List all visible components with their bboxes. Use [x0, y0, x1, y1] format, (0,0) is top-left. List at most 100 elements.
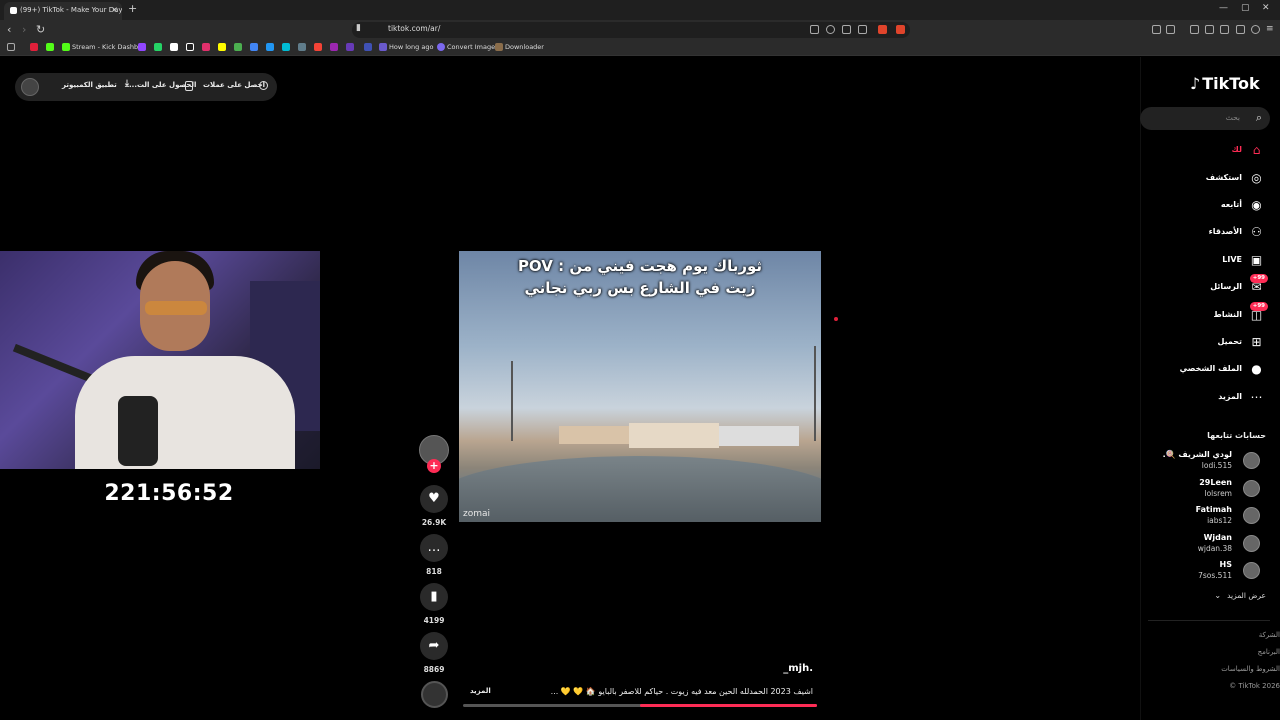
- how-long-ago-icon[interactable]: [379, 43, 387, 51]
- get-coins-link[interactable]: احصل على عملات: [203, 81, 265, 89]
- street-light: [814, 346, 816, 441]
- avatar: [1243, 452, 1260, 469]
- sidebar-item-upload[interactable]: تحميل ⊞: [1140, 332, 1270, 354]
- extension-icon[interactable]: [1152, 25, 1161, 34]
- coin-icon: [259, 81, 268, 90]
- bookmark-favicon-icon[interactable]: [282, 43, 290, 51]
- whatsapp-icon[interactable]: [154, 43, 162, 51]
- instagram-icon[interactable]: [202, 43, 210, 51]
- following-account[interactable]: لودي الشريف 🍭. lodi.515: [1140, 449, 1270, 473]
- sidebar-item-messages[interactable]: الرسائل ✉ +99: [1140, 274, 1270, 299]
- avatar[interactable]: [21, 78, 39, 96]
- zoom-icon[interactable]: [826, 25, 835, 34]
- tiktok-logo[interactable]: ♪ TikTok: [1190, 74, 1260, 93]
- following-account[interactable]: Wjdan wjdan.38: [1140, 532, 1270, 556]
- following-account[interactable]: 29Leen lolsrem: [1140, 477, 1270, 501]
- account-name: Wjdan: [1203, 533, 1232, 542]
- twitch-icon[interactable]: [138, 43, 146, 51]
- back-icon[interactable]: ‹: [7, 23, 11, 36]
- minimize-button[interactable]: —: [1219, 3, 1228, 13]
- brave-shield-icon[interactable]: [878, 25, 887, 34]
- sidebar-item-label: النشاط: [1213, 310, 1242, 319]
- sidebar-item-friends[interactable]: الأصدقاء ⚇: [1140, 222, 1270, 244]
- music-disc[interactable]: [421, 681, 448, 708]
- avatar: [1243, 535, 1260, 552]
- bookmark-icon[interactable]: ▮: [420, 583, 448, 611]
- snapchat-icon[interactable]: [218, 43, 226, 51]
- bookmark-favicon-icon[interactable]: [266, 43, 274, 51]
- pc-app-link[interactable]: تطبيق الكمبيوتر: [62, 81, 117, 89]
- like-icon[interactable]: ♥: [420, 485, 448, 513]
- bookmark-icon[interactable]: ▮: [356, 23, 361, 33]
- bookmark-how-long-ago[interactable]: How long ago: [389, 43, 433, 51]
- forward-icon[interactable]: ›: [22, 23, 26, 36]
- bookmark-favicon-icon[interactable]: [250, 43, 258, 51]
- sidebar-item-profile[interactable]: الملف الشخصي ●: [1140, 359, 1270, 381]
- avatar: [1243, 562, 1260, 579]
- extension-icon[interactable]: [1166, 25, 1175, 34]
- sidebar-item-following[interactable]: أتابعه ◉: [1140, 195, 1270, 217]
- convert-image-icon[interactable]: [437, 43, 445, 51]
- downloader-icon[interactable]: [495, 43, 503, 51]
- more-button[interactable]: المزيد: [470, 687, 491, 695]
- brave-rewards-icon[interactable]: [896, 25, 905, 34]
- following-account[interactable]: HS 7sos.511: [1140, 559, 1270, 583]
- cast-icon[interactable]: [842, 25, 851, 34]
- sidebar-item-activity[interactable]: النشاط ◫ +99: [1140, 302, 1270, 327]
- building: [629, 423, 719, 448]
- sidebar-item-compass[interactable]: استكشف ◎: [1140, 168, 1270, 190]
- bookmark-downloader[interactable]: Downloader: [505, 43, 544, 51]
- bookmark-favicon-icon[interactable]: [314, 43, 322, 51]
- compass-icon: ◎: [1251, 171, 1262, 185]
- footer-link[interactable]: الشركة: [1259, 631, 1280, 639]
- bookmark-convert-image[interactable]: Convert Image: [447, 43, 495, 51]
- video-progress[interactable]: [463, 704, 817, 707]
- new-tab-button[interactable]: +: [128, 2, 137, 15]
- following-account[interactable]: Fatimah iabs12: [1140, 504, 1270, 528]
- sidebar-item-label: استكشف: [1205, 173, 1242, 182]
- bookmark-stream-kick[interactable]: Stream - Kick Dashb...: [72, 43, 144, 51]
- footer-link[interactable]: الشروط والسياسات: [1221, 665, 1280, 673]
- bookmark-favicon-icon[interactable]: [234, 43, 242, 51]
- browser-tab[interactable]: (99+) TikTok - Make Your Day ×: [4, 2, 122, 20]
- tiktok-icon[interactable]: [186, 43, 194, 51]
- share-icon[interactable]: ➦: [420, 632, 448, 660]
- footer-link[interactable]: البرنامج: [1258, 648, 1280, 656]
- follow-button[interactable]: +: [427, 459, 441, 473]
- sidebar-item-label: لك: [1231, 145, 1242, 154]
- kick-icon[interactable]: [46, 43, 54, 51]
- video-author[interactable]: _mjh.: [620, 663, 813, 674]
- ai-icon[interactable]: [1236, 25, 1245, 34]
- wallet-icon[interactable]: [1220, 25, 1229, 34]
- apps-icon[interactable]: [7, 43, 15, 51]
- maximize-button[interactable]: ▢: [1241, 3, 1250, 13]
- reader-icon[interactable]: [810, 25, 819, 34]
- account-username: iabs12: [1207, 516, 1232, 525]
- search-icon[interactable]: ⌕: [1256, 111, 1262, 125]
- see-more-button[interactable]: عرض المزيد ⌄: [1214, 591, 1266, 600]
- bookmark-favicon-icon[interactable]: [30, 43, 38, 51]
- footer-link[interactable]: TikTok 2026 ©: [1229, 682, 1280, 690]
- address-bar[interactable]: ▮ tiktok.com/ar/: [352, 22, 910, 38]
- tab-close-icon[interactable]: ×: [111, 2, 118, 18]
- kick-icon[interactable]: [62, 43, 70, 51]
- bookmark-favicon-icon[interactable]: [364, 43, 372, 51]
- sidebar-item-home[interactable]: لك ⌂: [1140, 140, 1270, 162]
- share-icon[interactable]: [858, 25, 867, 34]
- media-icon[interactable]: [1190, 25, 1199, 34]
- bookmark-favicon-icon[interactable]: [346, 43, 354, 51]
- sidebar-item-more[interactable]: المزيد ⋯: [1140, 387, 1270, 409]
- menu-icon[interactable]: ≡: [1266, 25, 1275, 34]
- sidebar-item-live[interactable]: LIVE ▣: [1140, 250, 1270, 272]
- sidebar-toggle-icon[interactable]: [1205, 25, 1214, 34]
- reload-icon[interactable]: ↻: [36, 23, 45, 36]
- comment-icon[interactable]: …: [420, 534, 448, 562]
- search-input[interactable]: بحث ⌕: [1140, 107, 1270, 130]
- vpn-icon[interactable]: [1251, 25, 1260, 34]
- sidebar-item-label: تحميل: [1217, 337, 1242, 346]
- x-icon[interactable]: [170, 43, 178, 51]
- bookmark-favicon-icon[interactable]: [298, 43, 306, 51]
- bookmark-favicon-icon[interactable]: [330, 43, 338, 51]
- video-player[interactable]: ثورباك يوم هجت فيني من : POV زيت في الشا…: [459, 251, 821, 522]
- close-window-button[interactable]: ✕: [1262, 3, 1270, 13]
